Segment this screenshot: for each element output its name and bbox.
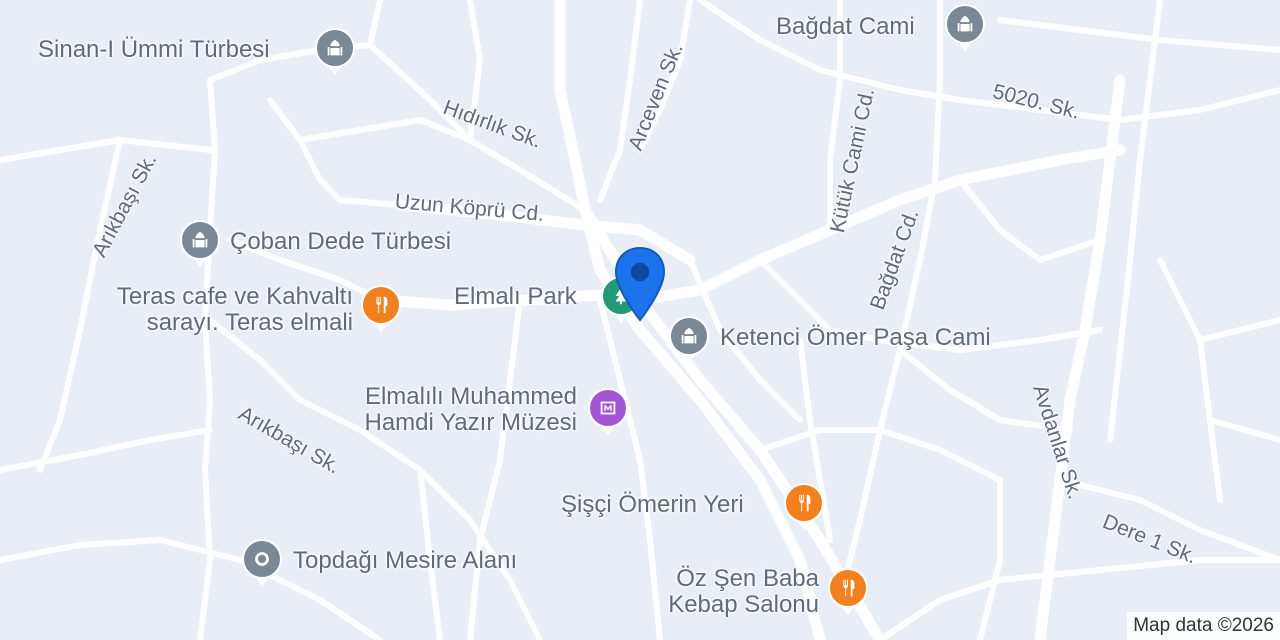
restaurant-pin-sisci[interactable] xyxy=(784,483,824,530)
place-label-muzesi[interactable]: Elmalılı Muhammed Hamdi Yazır Müzesi xyxy=(300,384,577,436)
place-pin-topdagi[interactable] xyxy=(242,539,282,586)
fork-knife-icon xyxy=(376,296,388,314)
place-label-ketenci[interactable]: Ketenci Ömer Paşa Cami xyxy=(720,325,991,351)
landmark-pin-coban-dede[interactable] xyxy=(180,220,220,267)
restaurant-pin-oz-sen[interactable] xyxy=(828,568,868,615)
place-label-coban-dede[interactable]: Çoban Dede Türbesi xyxy=(230,229,451,255)
mosque-icon xyxy=(681,327,697,344)
place-label-oz-sen-line2: Kebap Salonu xyxy=(668,591,819,618)
place-label-bagdat-cami[interactable]: Bağdat Cami xyxy=(776,14,915,40)
museum-icon xyxy=(600,401,616,415)
place-label-sinan-turbesi[interactable]: Sinan-I Ümmi Türbesi xyxy=(38,37,270,63)
selected-location-pin[interactable] xyxy=(614,246,666,322)
landmark-pin-bagdat[interactable] xyxy=(945,4,985,51)
place-label-teras-line2: sarayı. Teras elmali xyxy=(146,309,353,336)
place-label-teras-cafe[interactable]: Teras cafe ve Kahvaltı sarayı. Teras elm… xyxy=(78,284,353,336)
place-label-elmali-park[interactable]: Elmalı Park xyxy=(454,284,577,310)
landmark-pin-ketenci[interactable] xyxy=(669,316,709,363)
place-label-oz-sen[interactable]: Öz Şen Baba Kebap Salonu xyxy=(600,566,819,618)
restaurant-pin-teras[interactable] xyxy=(361,285,401,332)
place-label-sisci[interactable]: Şişçi Ömerin Yeri xyxy=(561,492,744,518)
location-dot-icon xyxy=(255,552,269,566)
map-canvas[interactable]: Sinan-I Ümmi Türbesi Bağdat Cami Çoban D… xyxy=(0,0,1280,640)
place-label-topdagi[interactable]: Topdağı Mesire Alanı xyxy=(293,548,517,574)
fork-knife-icon xyxy=(843,579,855,597)
place-label-muzesi-line2: Hamdi Yazır Müzesi xyxy=(364,409,577,436)
place-label-muzesi-line1: Elmalılı Muhammed xyxy=(364,383,577,410)
mosque-icon xyxy=(957,15,973,32)
mosque-icon xyxy=(192,231,208,248)
place-label-oz-sen-line1: Öz Şen Baba xyxy=(676,565,819,592)
place-label-teras-line1: Teras cafe ve Kahvaltı xyxy=(116,283,353,310)
mosque-icon xyxy=(327,39,343,56)
fork-knife-icon xyxy=(799,494,811,512)
map-attribution: Map data ©2026 xyxy=(1127,612,1280,640)
landmark-pin-sinan[interactable] xyxy=(315,28,355,75)
museum-pin-muzesi[interactable] xyxy=(588,388,628,435)
